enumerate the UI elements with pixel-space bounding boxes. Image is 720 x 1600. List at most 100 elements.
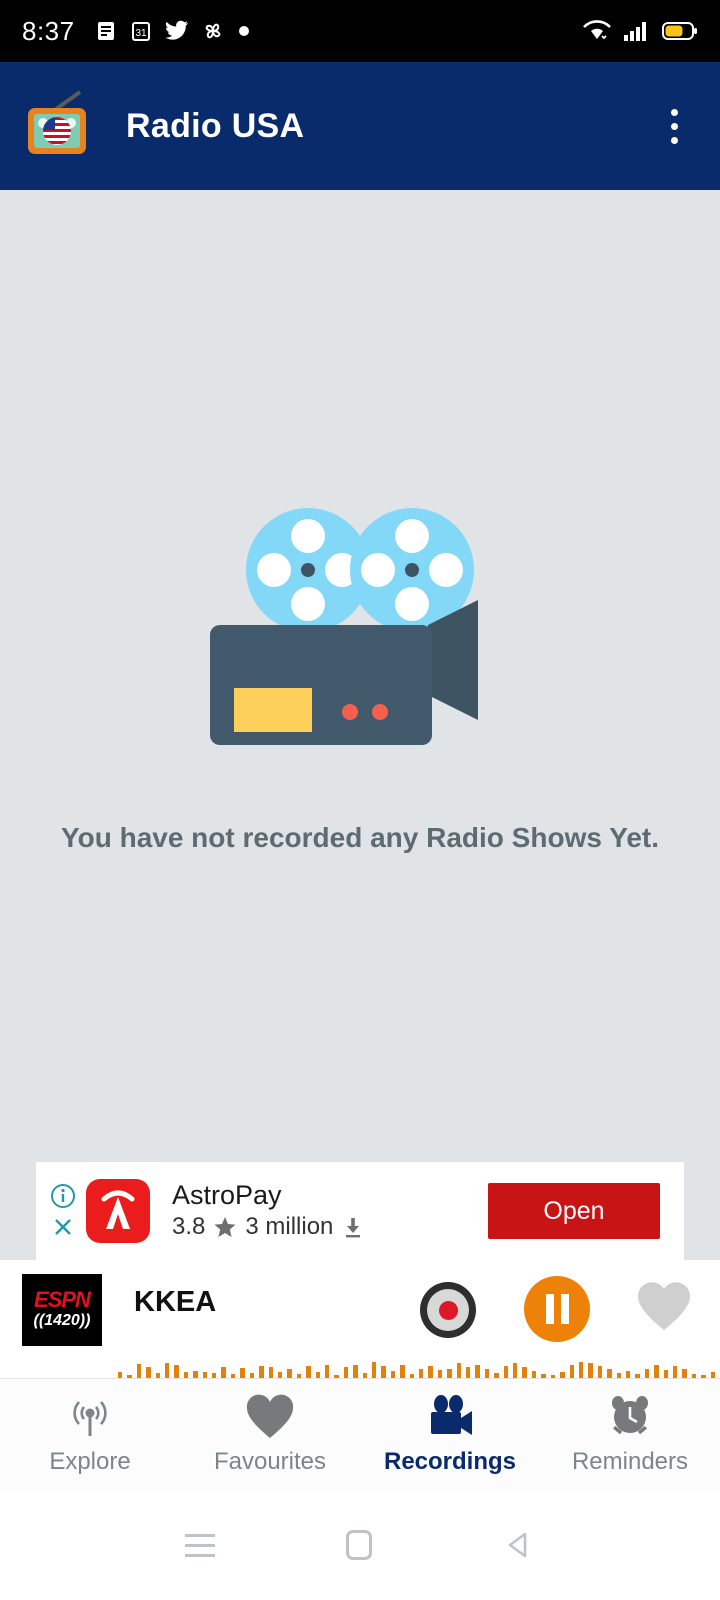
waveform-bar bbox=[381, 1366, 386, 1378]
waveform-bar bbox=[324, 1365, 330, 1378]
waveform-bar bbox=[437, 1370, 443, 1378]
waveform-bar bbox=[259, 1366, 264, 1378]
cellular-signal-icon bbox=[624, 22, 646, 41]
waveform-bar bbox=[710, 1372, 715, 1378]
waveform-bar bbox=[249, 1373, 255, 1378]
player-bar: ESPN ((1420)) KKEA bbox=[0, 1260, 720, 1378]
waveform-bar bbox=[691, 1374, 697, 1378]
waveform-bar bbox=[682, 1369, 687, 1378]
waveform-bar bbox=[607, 1369, 612, 1378]
download-icon bbox=[346, 1218, 361, 1238]
waveform-bar bbox=[503, 1366, 509, 1378]
ad-close-icon[interactable] bbox=[51, 1215, 75, 1239]
waveform-bar bbox=[146, 1367, 151, 1378]
waveform-bar bbox=[334, 1375, 339, 1378]
pinwheel-icon bbox=[205, 23, 220, 39]
waveform-bar bbox=[428, 1366, 433, 1378]
waveform-bar bbox=[268, 1367, 273, 1378]
record-button-icon[interactable] bbox=[420, 1282, 476, 1338]
waveform-bar bbox=[550, 1375, 556, 1378]
status-time: 8:37 bbox=[22, 15, 75, 46]
ad-open-button[interactable]: Open bbox=[488, 1183, 660, 1239]
waveform-bar bbox=[390, 1371, 396, 1378]
waveform-bar bbox=[174, 1365, 179, 1378]
ad-app-title: AstroPay bbox=[172, 1179, 282, 1210]
waveform-bar bbox=[672, 1366, 678, 1378]
station-logo: ESPN ((1420)) bbox=[22, 1274, 102, 1346]
waveform-bar bbox=[409, 1374, 414, 1378]
heart-icon[interactable] bbox=[636, 1280, 692, 1337]
status-system-icons bbox=[582, 19, 698, 43]
svg-text:31: 31 bbox=[135, 28, 147, 39]
phone-screen: 8:37 31 Radio USA You have not recorded … bbox=[0, 0, 720, 1600]
tab-favourites[interactable]: Favourites bbox=[180, 1379, 360, 1490]
station-logo-brand: ESPN bbox=[34, 1287, 91, 1313]
ad-controls bbox=[44, 1183, 82, 1239]
radio-usa-logo bbox=[22, 90, 94, 162]
waveform-bar bbox=[419, 1369, 424, 1378]
heart-icon bbox=[246, 1394, 294, 1438]
empty-state-message: You have not recorded any Radio Shows Ye… bbox=[61, 822, 659, 853]
battery-icon bbox=[662, 22, 697, 40]
waveform-bar bbox=[578, 1362, 584, 1378]
page-title: Radio USA bbox=[126, 106, 305, 145]
three-dot-menu-icon[interactable] bbox=[650, 102, 698, 150]
tab-label: Recordings bbox=[383, 1447, 517, 1475]
tab-label: Explore bbox=[49, 1447, 131, 1475]
waveform-bar bbox=[531, 1371, 537, 1378]
star-icon bbox=[214, 1217, 236, 1238]
waveform-bar bbox=[522, 1367, 527, 1378]
video-camera-icon bbox=[431, 1394, 472, 1435]
waveform-bar bbox=[212, 1373, 217, 1378]
waveform-bar bbox=[118, 1372, 123, 1378]
bottom-navigation: Explore Favourites Recordings Reminders bbox=[0, 1378, 720, 1490]
home-icon[interactable] bbox=[345, 1530, 372, 1560]
broadcast-icon bbox=[73, 1400, 107, 1436]
waveform-bar bbox=[343, 1367, 349, 1378]
waveform-bar bbox=[701, 1375, 706, 1378]
status-notification-icons: 31 bbox=[95, 20, 251, 42]
waveform-bar bbox=[447, 1369, 452, 1378]
waveform-bar bbox=[475, 1365, 480, 1378]
tab-recordings[interactable]: Recordings bbox=[360, 1379, 540, 1490]
wifi-icon bbox=[583, 20, 611, 40]
waveform-bar bbox=[616, 1373, 621, 1378]
app-header: Radio USA bbox=[0, 62, 720, 190]
status-bar: 8:37 31 bbox=[0, 0, 720, 62]
waveform-bar bbox=[240, 1368, 245, 1378]
recordings-empty-state: You have not recorded any Radio Shows Ye… bbox=[0, 190, 720, 1260]
waveform-bar bbox=[306, 1366, 311, 1378]
waveform-bar bbox=[635, 1374, 640, 1378]
tab-reminders[interactable]: Reminders bbox=[540, 1379, 720, 1490]
pause-button-icon[interactable] bbox=[524, 1276, 590, 1342]
recents-icon[interactable] bbox=[185, 1533, 216, 1557]
waveform-bar bbox=[315, 1372, 320, 1378]
waveform-bar bbox=[127, 1375, 132, 1378]
waveform-bar bbox=[230, 1374, 236, 1378]
waveform-bar bbox=[654, 1365, 659, 1378]
waveform-bar bbox=[456, 1363, 462, 1378]
tab-explore[interactable]: Explore bbox=[0, 1379, 180, 1490]
waveform-bar bbox=[371, 1362, 377, 1378]
calendar-31-icon: 31 bbox=[131, 22, 150, 41]
ad-info-icon[interactable] bbox=[50, 1183, 76, 1209]
back-icon[interactable] bbox=[503, 1529, 535, 1561]
ad-downloads-value: 3 million bbox=[245, 1213, 334, 1241]
waveform-bar bbox=[155, 1373, 161, 1378]
waveform-bar bbox=[513, 1363, 518, 1378]
twitter-icon bbox=[164, 20, 188, 40]
waveform-bar bbox=[296, 1374, 302, 1378]
ad-banner[interactable]: AstroPay 3.8 3 million Open bbox=[36, 1162, 684, 1260]
waveform-bar bbox=[136, 1364, 142, 1378]
astropay-app-icon bbox=[86, 1179, 150, 1243]
dot-icon bbox=[238, 26, 249, 36]
ad-rating-value: 3.8 bbox=[172, 1213, 206, 1241]
waveform-bar bbox=[494, 1373, 499, 1378]
waveform-bar bbox=[362, 1373, 367, 1378]
audio-waveform bbox=[0, 1344, 720, 1378]
waveform-bar bbox=[400, 1365, 405, 1378]
now-playing-station: KKEA bbox=[134, 1286, 217, 1318]
waveform-bar bbox=[202, 1372, 208, 1378]
waveform-bar bbox=[221, 1367, 226, 1378]
ad-app-meta: 3.8 3 million bbox=[172, 1213, 364, 1241]
